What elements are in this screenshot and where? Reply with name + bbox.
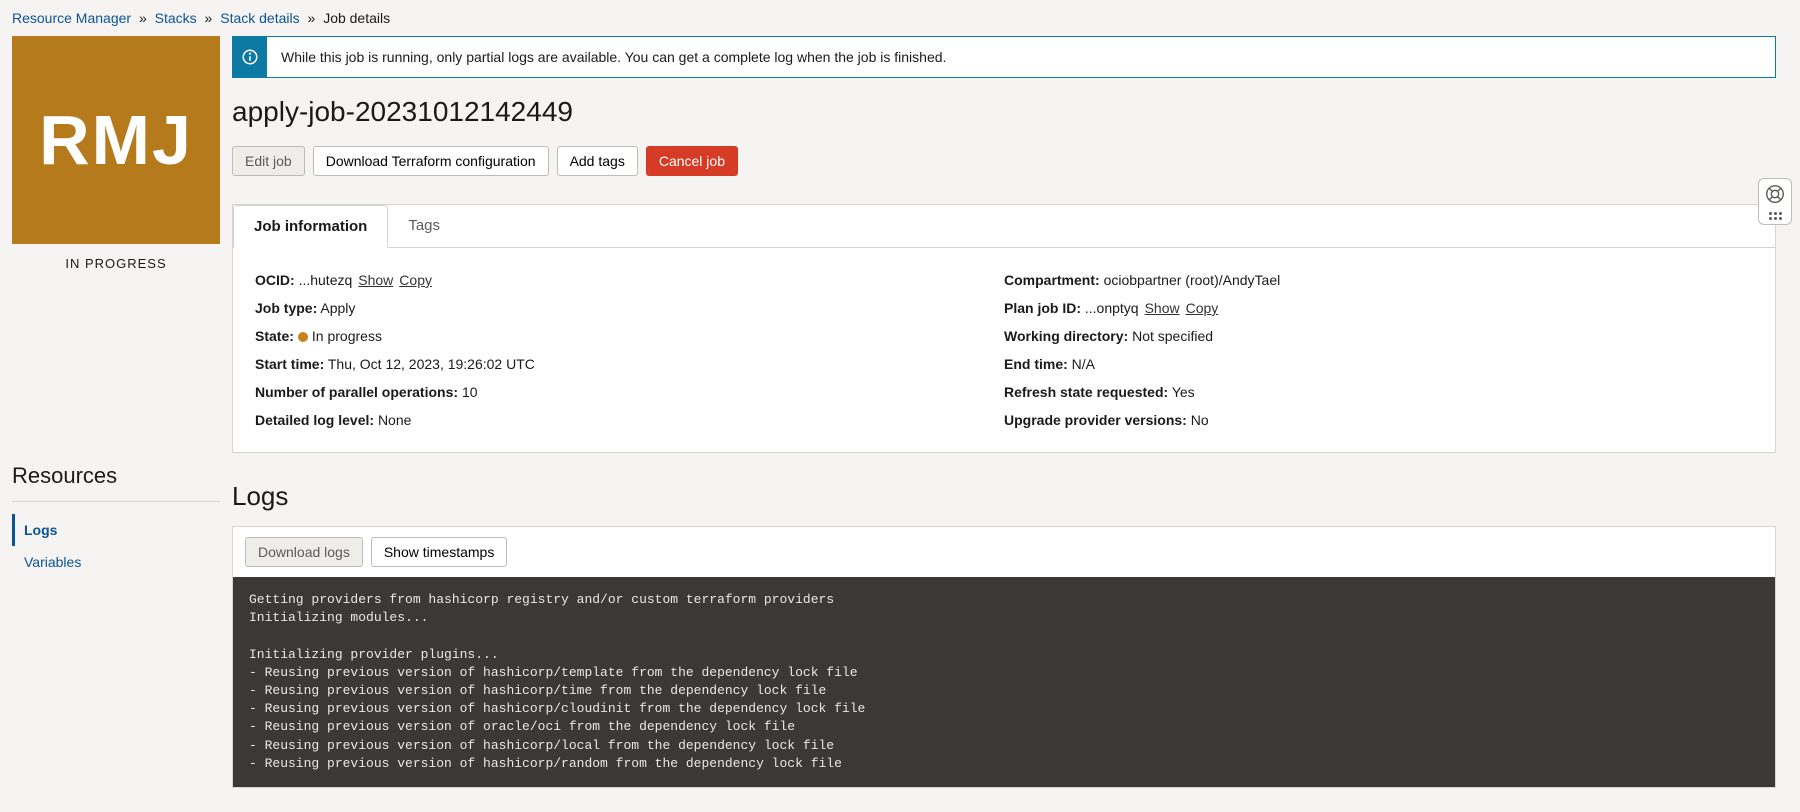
refresh-value: Yes bbox=[1172, 384, 1195, 400]
parallel-label: Number of parallel operations: bbox=[255, 384, 458, 400]
endtime-label: End time: bbox=[1004, 356, 1068, 372]
refresh-label: Refresh state requested: bbox=[1004, 384, 1168, 400]
upgrade-label: Upgrade provider versions: bbox=[1004, 412, 1187, 428]
compartment-value: ociobpartner (root)/AndyTael bbox=[1104, 272, 1281, 288]
breadcrumb: Resource Manager » Stacks » Stack detail… bbox=[0, 0, 1800, 36]
jobtype-label: Job type: bbox=[255, 300, 317, 316]
resource-avatar: RMJ bbox=[12, 36, 220, 244]
cancel-job-button[interactable]: Cancel job bbox=[646, 146, 738, 176]
help-widget[interactable] bbox=[1758, 178, 1792, 225]
life-ring-icon bbox=[1764, 183, 1786, 208]
resources-item-logs[interactable]: Logs bbox=[12, 514, 220, 546]
state-dot-icon bbox=[298, 332, 308, 342]
state-value: In progress bbox=[312, 328, 382, 344]
resource-avatar-text: RMJ bbox=[39, 100, 193, 180]
workdir-value: Not specified bbox=[1132, 328, 1213, 344]
logs-heading: Logs bbox=[232, 481, 1776, 512]
job-tabset: Job information Tags OCID: ...hutezq Show… bbox=[232, 204, 1776, 453]
endtime-value: N/A bbox=[1072, 356, 1095, 372]
loglevel-label: Detailed log level: bbox=[255, 412, 374, 428]
edit-job-button[interactable]: Edit job bbox=[232, 146, 305, 176]
download-terraform-button[interactable]: Download Terraform configuration bbox=[313, 146, 549, 176]
starttime-value: Thu, Oct 12, 2023, 19:26:02 UTC bbox=[328, 356, 535, 372]
resource-status: IN PROGRESS bbox=[12, 244, 220, 283]
show-timestamps-button[interactable]: Show timestamps bbox=[371, 537, 507, 567]
compartment-label: Compartment: bbox=[1004, 272, 1100, 288]
page-title: apply-job-20231012142449 bbox=[232, 96, 1776, 128]
workdir-label: Working directory: bbox=[1004, 328, 1128, 344]
breadcrumb-link-stack-details[interactable]: Stack details bbox=[220, 10, 299, 26]
planjob-label: Plan job ID: bbox=[1004, 300, 1081, 316]
tab-job-information[interactable]: Job information bbox=[233, 205, 388, 248]
resources-item-variables[interactable]: Variables bbox=[12, 546, 220, 578]
jobtype-value: Apply bbox=[320, 300, 355, 316]
planjob-show-link[interactable]: Show bbox=[1145, 300, 1180, 316]
ocid-value: ...hutezq bbox=[299, 272, 353, 288]
info-banner: While this job is running, only partial … bbox=[232, 36, 1776, 78]
tab-tags[interactable]: Tags bbox=[388, 205, 460, 247]
download-logs-button[interactable]: Download logs bbox=[245, 537, 363, 567]
info-icon bbox=[233, 37, 267, 77]
breadcrumb-link-resource-manager[interactable]: Resource Manager bbox=[12, 10, 131, 26]
add-tags-button[interactable]: Add tags bbox=[557, 146, 638, 176]
state-label: State: bbox=[255, 328, 294, 344]
ocid-show-link[interactable]: Show bbox=[358, 272, 393, 288]
breadcrumb-current: Job details bbox=[323, 10, 390, 26]
breadcrumb-link-stacks[interactable]: Stacks bbox=[155, 10, 197, 26]
planjob-copy-link[interactable]: Copy bbox=[1186, 300, 1219, 316]
ocid-label: OCID: bbox=[255, 272, 295, 288]
loglevel-value: None bbox=[378, 412, 411, 428]
ocid-copy-link[interactable]: Copy bbox=[399, 272, 432, 288]
planjob-value: ...onptyq bbox=[1085, 300, 1139, 316]
log-output: Getting providers from hashicorp registr… bbox=[233, 577, 1775, 787]
drag-handle-icon bbox=[1769, 212, 1782, 220]
resources-heading: Resources bbox=[12, 463, 220, 502]
logs-panel: Download logs Show timestamps Getting pr… bbox=[232, 526, 1776, 788]
upgrade-value: No bbox=[1191, 412, 1209, 428]
parallel-value: 10 bbox=[462, 384, 478, 400]
info-banner-text: While this job is running, only partial … bbox=[267, 37, 960, 77]
action-bar: Edit job Download Terraform configuratio… bbox=[232, 146, 1776, 176]
starttime-label: Start time: bbox=[255, 356, 324, 372]
